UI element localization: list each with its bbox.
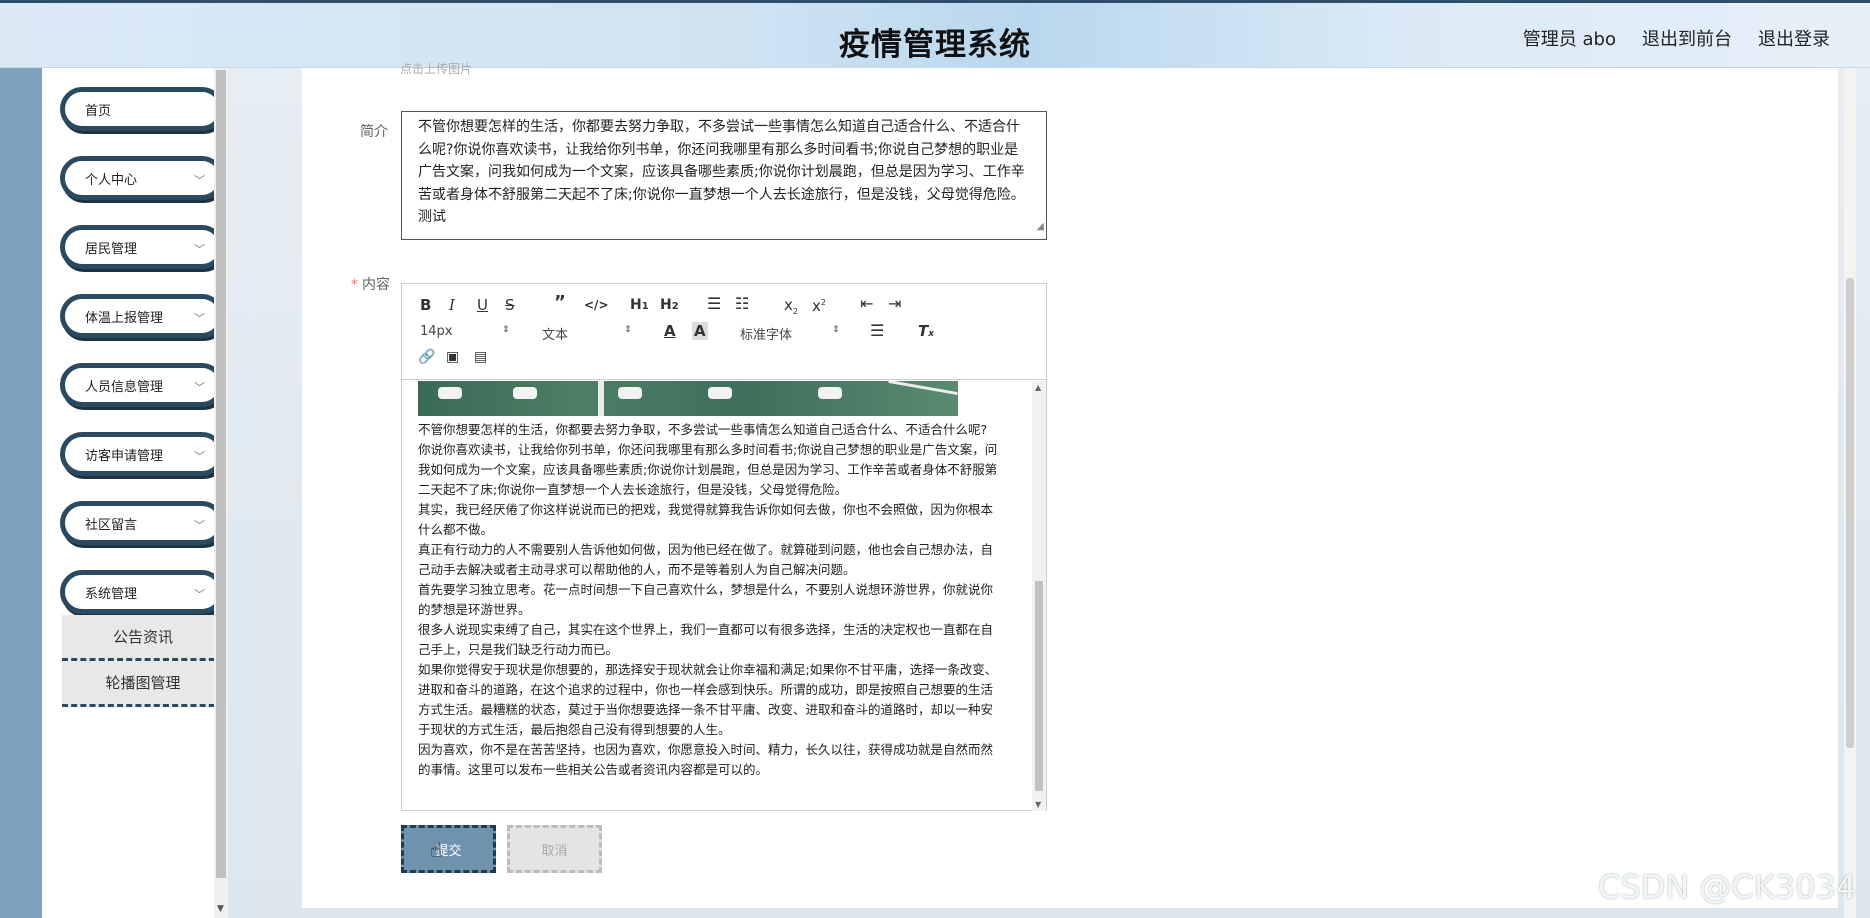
required-mark: * bbox=[351, 277, 358, 293]
code-block-icon[interactable]: </> bbox=[584, 296, 609, 314]
submenu-label: 公告资讯 bbox=[112, 628, 173, 646]
select-arrows-icon: ⇕ bbox=[502, 325, 510, 335]
paragraph: 真正有行动力的人不需要别人告诉他如何做，因为他已经在做了。就算碰到问题，他也会自… bbox=[418, 542, 994, 577]
scroll-up-arrow-icon[interactable]: ▲ bbox=[1035, 383, 1041, 392]
image-icon[interactable]: ▣ bbox=[446, 348, 459, 366]
submenu-item-announcements[interactable]: 公告资讯 bbox=[62, 615, 224, 661]
chevron-down-icon: ﹀ bbox=[194, 312, 205, 325]
chevron-down-icon: ﹀ bbox=[194, 519, 205, 532]
chevron-down-icon: ﹀ bbox=[194, 588, 205, 601]
paragraph-select[interactable]: 文本 ⇕ bbox=[542, 324, 632, 343]
menu-item-home[interactable]: 首页 bbox=[60, 87, 224, 131]
intro-textarea[interactable]: 不管你想要怎样的生活，你都要去努力争取，不多尝试一些事情怎么知道自己适合什么、不… bbox=[401, 111, 1047, 240]
scrollbar-thumb[interactable] bbox=[1846, 278, 1854, 748]
menu-item-personal-center[interactable]: 个人中心 ﹀ bbox=[60, 156, 224, 200]
editor-content[interactable]: 不管你想要怎样的生活，你都要去努力争取，不多尝试一些事情怎么知道自己适合什么、不… bbox=[402, 381, 1030, 811]
menu-item-system[interactable]: 系统管理 ﹀ bbox=[60, 570, 224, 614]
intro-label: 简介 bbox=[360, 124, 388, 140]
clear-format-icon[interactable]: Tx bbox=[918, 322, 934, 343]
align-icon[interactable]: ☰ bbox=[870, 322, 884, 340]
content-label-text: 内容 bbox=[362, 277, 390, 293]
top-header: 疫情管理系统 管理员 abo 退出到前台 退出登录 bbox=[0, 0, 1870, 68]
paragraph: 其实，我已经厌倦了你这样说说而已的把戏，我觉得就算我告诉你如何去做，你也不会照做… bbox=[418, 502, 994, 537]
submenu-item-carousel[interactable]: 轮播图管理 bbox=[62, 661, 224, 707]
video-icon[interactable]: ▤ bbox=[474, 348, 487, 366]
scrollbar-thumb[interactable] bbox=[1035, 581, 1043, 791]
chevron-down-icon: ﹀ bbox=[194, 381, 205, 394]
font-family-value: 标准字体 bbox=[740, 328, 793, 343]
blockquote-icon[interactable]: ” bbox=[554, 294, 566, 312]
font-family-select[interactable]: 标准字体 ⇕ bbox=[740, 324, 840, 343]
font-size-value: 14px bbox=[420, 324, 453, 339]
chevron-down-icon: ﹀ bbox=[194, 174, 205, 187]
logout-link[interactable]: 退出登录 bbox=[1758, 25, 1830, 51]
admin-user-label[interactable]: 管理员 abo bbox=[1523, 25, 1616, 51]
cancel-button[interactable]: 取消 bbox=[507, 825, 602, 873]
subscript-icon[interactable]: x2 bbox=[784, 296, 798, 321]
menu-item-temperature[interactable]: 体温上报管理 ﹀ bbox=[60, 294, 224, 338]
editor-toolbar: B I U S ” </> H1 H2 ☰ ☷ x2 x2 ⇤ ⇥ 14px ⇕… bbox=[402, 284, 1046, 380]
bold-icon[interactable]: B bbox=[420, 296, 431, 314]
menu-label: 居民管理 bbox=[85, 241, 138, 257]
paragraph: 如果你觉得安于现状是你想要的，那选择安于现状就会让你幸福和满足;如果你不甘平庸，… bbox=[418, 662, 998, 737]
resize-handle-icon[interactable]: ◢ bbox=[1036, 216, 1044, 239]
paragraph: 很多人说现实束缚了自己，其实在这个世界上，我们一直都可以有很多选择，生活的决定权… bbox=[418, 622, 994, 657]
scroll-down-arrow-icon[interactable]: ▼ bbox=[1035, 800, 1041, 809]
ordered-list-icon[interactable]: ☰ bbox=[707, 295, 721, 313]
menu-item-residents[interactable]: 居民管理 ﹀ bbox=[60, 225, 224, 269]
upload-hint: 点击上传图片 bbox=[400, 62, 473, 76]
bullet-list-icon[interactable]: ☷ bbox=[735, 295, 749, 313]
select-arrows-icon: ⇕ bbox=[624, 325, 632, 335]
menu-label: 体温上报管理 bbox=[85, 310, 164, 326]
cancel-label: 取消 bbox=[541, 843, 568, 859]
scroll-down-arrow-icon[interactable]: ▼ bbox=[217, 904, 224, 914]
header-links: 管理员 abo 退出到前台 退出登录 bbox=[1523, 25, 1830, 51]
paragraph: 不管你想要怎样的生活，你都要去努力争取，不多尝试一些事情怎么知道自己适合什么、不… bbox=[418, 422, 988, 437]
font-color-icon[interactable]: A bbox=[664, 322, 676, 340]
editor-text: 不管你想要怎样的生活，你都要去努力争取，不多尝试一些事情怎么知道自己适合什么、不… bbox=[418, 420, 1002, 780]
menu-label: 社区留言 bbox=[85, 517, 138, 533]
paragraph-value: 文本 bbox=[542, 328, 569, 343]
menu-label: 系统管理 bbox=[85, 586, 138, 602]
menu-label: 访客申请管理 bbox=[85, 448, 164, 464]
menu-label: 个人中心 bbox=[85, 172, 138, 188]
indent-icon[interactable]: ⇥ bbox=[888, 295, 901, 313]
sidebar-scrollbar[interactable]: ▼ bbox=[214, 68, 228, 918]
hand-cursor-icon: ☝ bbox=[430, 838, 443, 862]
rich-text-editor[interactable]: B I U S ” </> H1 H2 ☰ ☷ x2 x2 ⇤ ⇥ 14px ⇕… bbox=[401, 283, 1047, 811]
underline-icon[interactable]: U bbox=[477, 296, 488, 314]
strikethrough-icon[interactable]: S bbox=[505, 296, 515, 314]
link-icon[interactable]: 🔗 bbox=[418, 348, 435, 366]
menu-item-messages[interactable]: 社区留言 ﹀ bbox=[60, 501, 224, 545]
content-label: * 内容 bbox=[334, 274, 390, 294]
menu-label: 人员信息管理 bbox=[85, 379, 164, 395]
heading2-icon[interactable]: H2 bbox=[660, 296, 679, 316]
paragraph: 你说你喜欢读书，让我给你列书单，你还问我哪里有那么多时间看书;你说自己梦想的职业… bbox=[418, 442, 998, 497]
submit-button[interactable]: 提交 bbox=[401, 825, 496, 873]
editor-scrollbar[interactable]: ▲ ▼ bbox=[1032, 381, 1046, 811]
menu-item-personnel[interactable]: 人员信息管理 ﹀ bbox=[60, 363, 224, 407]
paragraph: 因为喜欢，你不是在苦苦坚持，也因为喜欢，你愿意投入时间、精力，长久以往，获得成功… bbox=[418, 742, 994, 777]
back-to-front-link[interactable]: 退出到前台 bbox=[1642, 25, 1732, 51]
outdent-icon[interactable]: ⇤ bbox=[860, 295, 873, 313]
submenu-label: 轮播图管理 bbox=[105, 674, 181, 692]
sidebar: 首页 个人中心 ﹀ 居民管理 ﹀ 体温上报管理 ﹀ 人员信息管理 ﹀ 访客申请管… bbox=[42, 68, 224, 918]
italic-icon[interactable]: I bbox=[449, 296, 455, 314]
heading1-icon[interactable]: H1 bbox=[630, 296, 649, 316]
menu-label: 首页 bbox=[85, 103, 112, 119]
chevron-down-icon: ﹀ bbox=[194, 243, 205, 256]
select-arrows-icon: ⇕ bbox=[832, 325, 840, 335]
page-scrollbar[interactable] bbox=[1844, 68, 1856, 918]
menu-item-visitor[interactable]: 访客申请管理 ﹀ bbox=[60, 432, 224, 476]
paragraph: 首先要学习独立思考。花一点时间想一下自己喜欢什么，梦想是什么，不要别人说想环游世… bbox=[418, 582, 994, 617]
sidebar-accent bbox=[0, 68, 42, 918]
chevron-down-icon: ﹀ bbox=[194, 450, 205, 463]
superscript-icon[interactable]: x2 bbox=[812, 294, 826, 315]
background-color-icon[interactable]: A bbox=[692, 322, 708, 340]
intro-text: 不管你想要怎样的生活，你都要去努力争取，不多尝试一些事情怎么知道自己适合什么、不… bbox=[418, 119, 1025, 225]
font-size-select[interactable]: 14px ⇕ bbox=[420, 324, 510, 339]
watermark: CSDN @CK3034 bbox=[1598, 868, 1857, 906]
scrollbar-thumb[interactable] bbox=[216, 70, 226, 878]
content-image bbox=[418, 381, 958, 416]
